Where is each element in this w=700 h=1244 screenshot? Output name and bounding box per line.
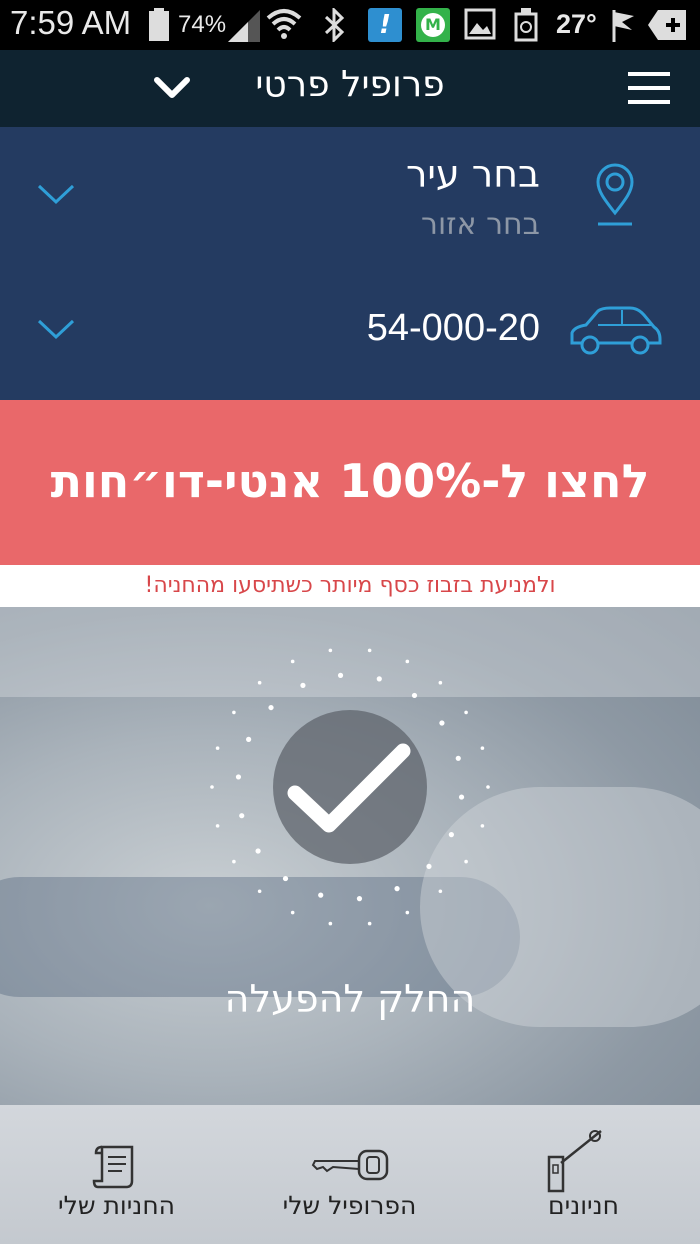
car-key-icon: [311, 1149, 389, 1181]
bluetooth-icon: [324, 8, 345, 42]
status-bar: 7:59 AM 74% ! M 27°: [0, 0, 700, 50]
nav-label-my-profile: הפרופיל שלי: [282, 1191, 417, 1220]
nav-item-my-profile[interactable]: הפרופיל שלי: [233, 1105, 467, 1244]
checkmark-icon[interactable]: [271, 708, 429, 866]
ring-dot: [438, 680, 443, 685]
ring-dot: [232, 859, 236, 864]
nav-label-parking-lots: חניונים: [548, 1191, 619, 1220]
ring-dot: [232, 710, 236, 715]
city-selector[interactable]: בחר עיר בחר אזור: [0, 127, 700, 267]
promo-subtext-bar: ולמניעת בזבוז כסף מיותר כשתיסעו מהחניה!: [0, 565, 700, 607]
ring-dot: [328, 648, 333, 653]
ring-dot: [210, 785, 214, 789]
status-time: 7:59 AM: [10, 4, 132, 41]
nav-item-parking-lots[interactable]: חניונים: [467, 1105, 700, 1244]
ring-dot: [215, 824, 220, 828]
ring-dot: [337, 672, 344, 678]
receipt-scroll-icon: [92, 1145, 134, 1189]
ring-dot: [328, 921, 333, 926]
activation-area[interactable]: החלק להפעלה: [0, 607, 700, 1105]
vehicle-selector[interactable]: 54-000-20: [0, 277, 700, 387]
chevron-down-icon[interactable]: [36, 182, 76, 206]
ring-dot: [246, 736, 252, 742]
nav-label-my-parkings: החניות שלי: [58, 1191, 175, 1220]
area-label: בחר אזור: [421, 207, 540, 242]
recycle-icon: [514, 8, 538, 42]
chevron-down-icon[interactable]: [36, 317, 76, 341]
selector-panel: בחר עיר בחר אזור 54-000-20: [0, 127, 700, 400]
location-pin-icon: [596, 163, 634, 226]
ring-dot: [290, 910, 295, 915]
ring-dot: [215, 746, 220, 750]
bottom-nav: החניות שלי הפרופיל שלי חניונים: [0, 1105, 700, 1244]
ring-dot: [255, 848, 261, 854]
page-title[interactable]: פרופיל פרטי: [230, 64, 470, 105]
ring-dot: [235, 774, 242, 780]
ring-dot: [257, 889, 262, 894]
ring-dot: [394, 886, 400, 892]
parking-barrier-icon: [547, 1130, 602, 1193]
ring-dot: [300, 682, 306, 688]
chevron-down-icon[interactable]: [153, 74, 191, 102]
app-icon: M: [416, 8, 450, 42]
flag-icon: [612, 10, 634, 42]
ring-dot: [282, 875, 289, 882]
ring-dot: [480, 746, 485, 750]
promo-subtext: ולמניעת בזבוז כסף מיותר כשתיסעו מהחניה!: [144, 573, 556, 598]
ring-dot: [458, 794, 465, 800]
notification-icon: !: [368, 8, 402, 42]
ring-dot: [480, 824, 485, 828]
battery-percent: 74%: [178, 11, 227, 38]
city-label: בחר עיר: [405, 152, 540, 196]
ring-dot: [367, 648, 372, 653]
ring-dot: [318, 892, 324, 898]
nav-item-my-parkings[interactable]: החניות שלי: [0, 1105, 233, 1244]
gallery-icon: [464, 8, 496, 40]
ring-dot: [290, 659, 295, 664]
ring-dot: [405, 659, 410, 664]
ring-dot: [486, 785, 490, 789]
ring-dot: [439, 720, 445, 726]
temperature: 27°: [556, 9, 597, 39]
ring-dot: [405, 910, 410, 915]
plate-number: 54-000-20: [366, 307, 540, 349]
ring-dot: [455, 755, 461, 761]
hamburger-icon[interactable]: [628, 70, 670, 106]
ring-dot: [438, 889, 443, 894]
car-icon: [570, 306, 662, 355]
wifi-icon: [266, 9, 302, 39]
battery-icon: [149, 8, 169, 41]
ring-dot: [376, 676, 382, 682]
promo-banner[interactable]: לחצו ל-100% אנטי-דו״חות: [0, 400, 700, 565]
ring-dot: [257, 680, 262, 685]
ring-dot: [411, 692, 418, 699]
ring-dot: [464, 859, 468, 864]
add-icon: [648, 10, 686, 40]
ring-dot: [356, 896, 363, 902]
ring-dot: [239, 813, 245, 819]
app-header: פרופיל פרטי: [0, 50, 700, 127]
promo-headline[interactable]: לחצו ל-100% אנטי-דו״חות: [0, 454, 700, 508]
signal-icon: [228, 10, 260, 42]
ring-dot: [464, 710, 468, 715]
slide-to-activate-label[interactable]: החלק להפעלה: [0, 977, 700, 1021]
ring-dot: [367, 921, 372, 926]
ring-dot: [448, 832, 454, 838]
